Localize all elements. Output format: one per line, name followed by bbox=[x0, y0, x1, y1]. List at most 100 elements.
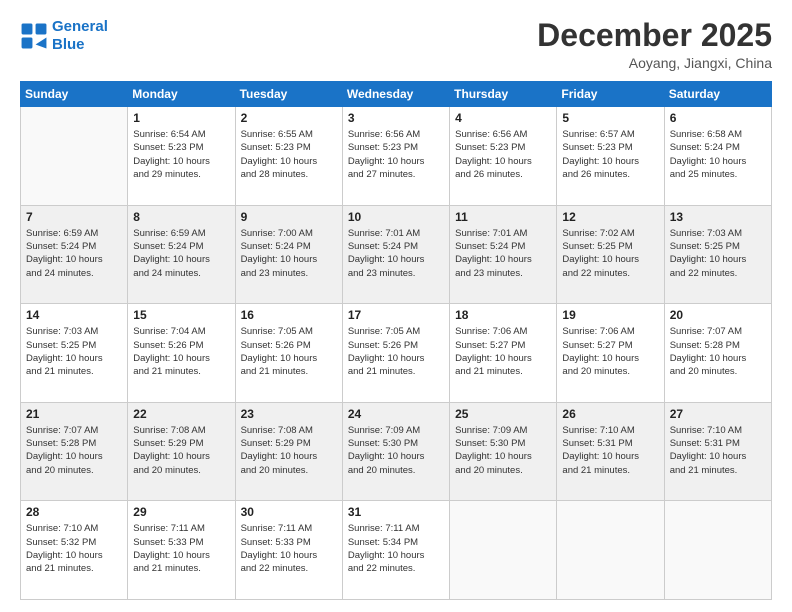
day-info: Sunrise: 6:58 AMSunset: 5:24 PMDaylight:… bbox=[670, 128, 766, 181]
calendar-cell: 9 Sunrise: 7:00 AMSunset: 5:24 PMDaylight… bbox=[235, 205, 342, 304]
day-info: Sunrise: 7:09 AMSunset: 5:30 PMDaylight:… bbox=[455, 424, 551, 477]
calendar-cell: 14 Sunrise: 7:03 AMSunset: 5:25 PMDayligh… bbox=[21, 304, 128, 403]
day-number: 26 bbox=[562, 407, 658, 421]
calendar-cell bbox=[450, 501, 557, 600]
title-block: December 2025 Aoyang, Jiangxi, China bbox=[537, 18, 772, 71]
calendar-cell: 15Sunrise: 7:04 AMSunset: 5:26 PMDayligh… bbox=[128, 304, 235, 403]
day-number: 18 bbox=[455, 308, 551, 322]
weekday-header: Tuesday bbox=[235, 82, 342, 107]
day-number: 29 bbox=[133, 505, 229, 519]
calendar-week-row: 7 Sunrise: 6:59 AMSunset: 5:24 PMDaylight… bbox=[21, 205, 772, 304]
page: General Blue December 2025 Aoyang, Jiang… bbox=[0, 0, 792, 612]
day-number: 19 bbox=[562, 308, 658, 322]
day-number: 28 bbox=[26, 505, 122, 519]
day-number: 7 bbox=[26, 210, 122, 224]
day-number: 15 bbox=[133, 308, 229, 322]
day-info: Sunrise: 7:08 AMSunset: 5:29 PMDaylight:… bbox=[133, 424, 229, 477]
calendar-cell bbox=[664, 501, 771, 600]
day-number: 9 bbox=[241, 210, 337, 224]
day-info: Sunrise: 6:59 AMSunset: 5:24 PMDaylight:… bbox=[133, 227, 229, 280]
header: General Blue December 2025 Aoyang, Jiang… bbox=[20, 18, 772, 71]
calendar-cell: 20 Sunrise: 7:07 AMSunset: 5:28 PMDayligh… bbox=[664, 304, 771, 403]
calendar-cell: 13 Sunrise: 7:03 AMSunset: 5:25 PMDayligh… bbox=[664, 205, 771, 304]
day-info: Sunrise: 7:10 AMSunset: 5:31 PMDaylight:… bbox=[670, 424, 766, 477]
day-number: 17 bbox=[348, 308, 444, 322]
calendar-week-row: 14 Sunrise: 7:03 AMSunset: 5:25 PMDayligh… bbox=[21, 304, 772, 403]
day-info: Sunrise: 6:55 AMSunset: 5:23 PMDaylight:… bbox=[241, 128, 337, 181]
calendar-cell: 3 Sunrise: 6:56 AMSunset: 5:23 PMDaylight… bbox=[342, 107, 449, 206]
calendar-cell: 10Sunrise: 7:01 AMSunset: 5:24 PMDayligh… bbox=[342, 205, 449, 304]
day-info: Sunrise: 7:02 AMSunset: 5:25 PMDaylight:… bbox=[562, 227, 658, 280]
calendar-cell: 4 Sunrise: 6:56 AMSunset: 5:23 PMDaylight… bbox=[450, 107, 557, 206]
day-info: Sunrise: 7:05 AMSunset: 5:26 PMDaylight:… bbox=[241, 325, 337, 378]
weekday-header: Monday bbox=[128, 82, 235, 107]
calendar-cell: 19Sunrise: 7:06 AMSunset: 5:27 PMDayligh… bbox=[557, 304, 664, 403]
calendar-cell: 2 Sunrise: 6:55 AMSunset: 5:23 PMDaylight… bbox=[235, 107, 342, 206]
calendar-cell: 6 Sunrise: 6:58 AMSunset: 5:24 PMDaylight… bbox=[664, 107, 771, 206]
calendar-week-row: 21Sunrise: 7:07 AMSunset: 5:28 PMDayligh… bbox=[21, 402, 772, 501]
day-number: 3 bbox=[348, 111, 444, 125]
day-number: 22 bbox=[133, 407, 229, 421]
day-info: Sunrise: 7:00 AMSunset: 5:24 PMDaylight:… bbox=[241, 227, 337, 280]
day-info: Sunrise: 7:11 AMSunset: 5:34 PMDaylight:… bbox=[348, 522, 444, 575]
calendar-week-row: 28Sunrise: 7:10 AMSunset: 5:32 PMDayligh… bbox=[21, 501, 772, 600]
day-info: Sunrise: 7:01 AMSunset: 5:24 PMDaylight:… bbox=[455, 227, 551, 280]
day-info: Sunrise: 7:10 AMSunset: 5:31 PMDaylight:… bbox=[562, 424, 658, 477]
day-info: Sunrise: 7:07 AMSunset: 5:28 PMDaylight:… bbox=[26, 424, 122, 477]
weekday-header: Thursday bbox=[450, 82, 557, 107]
day-number: 31 bbox=[348, 505, 444, 519]
calendar-cell: 5Sunrise: 6:57 AMSunset: 5:23 PMDaylight… bbox=[557, 107, 664, 206]
month-title: December 2025 bbox=[537, 18, 772, 53]
calendar-cell: 21Sunrise: 7:07 AMSunset: 5:28 PMDayligh… bbox=[21, 402, 128, 501]
calendar-cell: 8 Sunrise: 6:59 AMSunset: 5:24 PMDaylight… bbox=[128, 205, 235, 304]
calendar-week-row: 1 Sunrise: 6:54 AMSunset: 5:23 PMDaylight… bbox=[21, 107, 772, 206]
calendar-cell bbox=[21, 107, 128, 206]
day-info: Sunrise: 6:54 AMSunset: 5:23 PMDaylight:… bbox=[133, 128, 229, 181]
calendar-cell: 24 Sunrise: 7:09 AMSunset: 5:30 PMDayligh… bbox=[342, 402, 449, 501]
logo-icon bbox=[20, 22, 48, 50]
logo-text: General Blue bbox=[52, 18, 108, 54]
calendar-cell: 1 Sunrise: 6:54 AMSunset: 5:23 PMDaylight… bbox=[128, 107, 235, 206]
day-number: 4 bbox=[455, 111, 551, 125]
calendar-cell: 17 Sunrise: 7:05 AMSunset: 5:26 PMDayligh… bbox=[342, 304, 449, 403]
day-info: Sunrise: 7:03 AMSunset: 5:25 PMDaylight:… bbox=[670, 227, 766, 280]
logo: General Blue bbox=[20, 18, 108, 54]
day-number: 25 bbox=[455, 407, 551, 421]
day-number: 20 bbox=[670, 308, 766, 322]
day-number: 24 bbox=[348, 407, 444, 421]
calendar-cell: 28Sunrise: 7:10 AMSunset: 5:32 PMDayligh… bbox=[21, 501, 128, 600]
weekday-header-row: SundayMondayTuesdayWednesdayThursdayFrid… bbox=[21, 82, 772, 107]
day-info: Sunrise: 6:56 AMSunset: 5:23 PMDaylight:… bbox=[455, 128, 551, 181]
day-number: 13 bbox=[670, 210, 766, 224]
calendar-cell: 29 Sunrise: 7:11 AMSunset: 5:33 PMDayligh… bbox=[128, 501, 235, 600]
day-number: 8 bbox=[133, 210, 229, 224]
day-info: Sunrise: 7:05 AMSunset: 5:26 PMDaylight:… bbox=[348, 325, 444, 378]
day-number: 2 bbox=[241, 111, 337, 125]
day-number: 30 bbox=[241, 505, 337, 519]
day-info: Sunrise: 6:56 AMSunset: 5:23 PMDaylight:… bbox=[348, 128, 444, 181]
day-number: 12 bbox=[562, 210, 658, 224]
weekday-header: Sunday bbox=[21, 82, 128, 107]
day-info: Sunrise: 7:01 AMSunset: 5:24 PMDaylight:… bbox=[348, 227, 444, 280]
calendar-cell: 18Sunrise: 7:06 AMSunset: 5:27 PMDayligh… bbox=[450, 304, 557, 403]
day-number: 16 bbox=[241, 308, 337, 322]
calendar-cell: 22 Sunrise: 7:08 AMSunset: 5:29 PMDayligh… bbox=[128, 402, 235, 501]
day-info: Sunrise: 7:11 AMSunset: 5:33 PMDaylight:… bbox=[133, 522, 229, 575]
day-info: Sunrise: 7:03 AMSunset: 5:25 PMDaylight:… bbox=[26, 325, 122, 378]
calendar-cell: 7 Sunrise: 6:59 AMSunset: 5:24 PMDaylight… bbox=[21, 205, 128, 304]
location: Aoyang, Jiangxi, China bbox=[537, 55, 772, 71]
day-info: Sunrise: 6:59 AMSunset: 5:24 PMDaylight:… bbox=[26, 227, 122, 280]
calendar-cell: 12 Sunrise: 7:02 AMSunset: 5:25 PMDayligh… bbox=[557, 205, 664, 304]
day-info: Sunrise: 7:09 AMSunset: 5:30 PMDaylight:… bbox=[348, 424, 444, 477]
day-number: 6 bbox=[670, 111, 766, 125]
calendar-cell: 16 Sunrise: 7:05 AMSunset: 5:26 PMDayligh… bbox=[235, 304, 342, 403]
day-number: 14 bbox=[26, 308, 122, 322]
day-number: 11 bbox=[455, 210, 551, 224]
day-info: Sunrise: 7:11 AMSunset: 5:33 PMDaylight:… bbox=[241, 522, 337, 575]
calendar-cell: 23Sunrise: 7:08 AMSunset: 5:29 PMDayligh… bbox=[235, 402, 342, 501]
day-info: Sunrise: 7:07 AMSunset: 5:28 PMDaylight:… bbox=[670, 325, 766, 378]
calendar-cell: 26 Sunrise: 7:10 AMSunset: 5:31 PMDayligh… bbox=[557, 402, 664, 501]
day-number: 5 bbox=[562, 111, 658, 125]
day-number: 1 bbox=[133, 111, 229, 125]
weekday-header: Friday bbox=[557, 82, 664, 107]
